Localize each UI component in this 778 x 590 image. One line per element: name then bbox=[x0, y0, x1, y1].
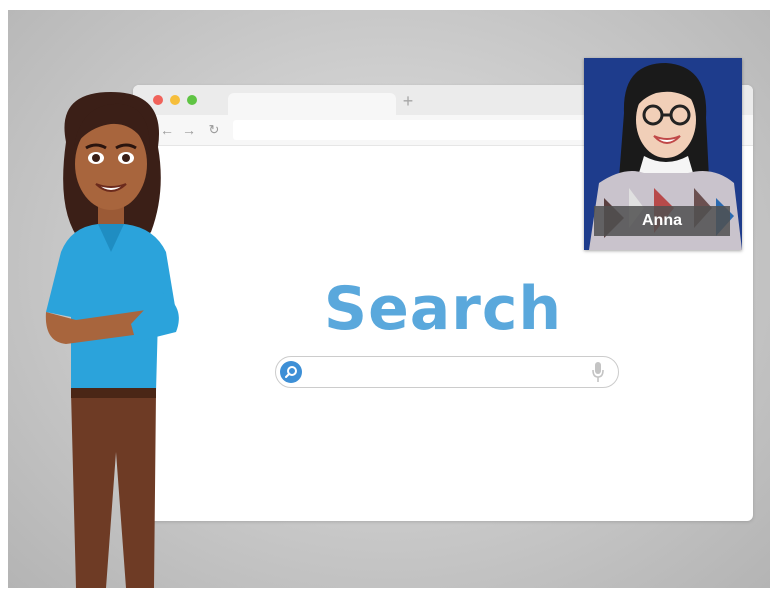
browser-tab[interactable] bbox=[228, 93, 396, 115]
participant-name-label: Anna bbox=[594, 206, 730, 236]
presenter-illustration bbox=[45, 92, 179, 588]
microphone-icon[interactable] bbox=[591, 361, 605, 383]
search-page-title: Search bbox=[323, 274, 563, 344]
search-input[interactable] bbox=[275, 356, 619, 388]
scene-background: + ← → ↻ Search Anna bbox=[8, 10, 770, 588]
video-call-tile: Anna bbox=[584, 58, 742, 250]
magnifier-icon[interactable] bbox=[280, 361, 302, 383]
new-tab-button[interactable]: + bbox=[398, 91, 418, 111]
reload-icon[interactable]: ↻ bbox=[205, 121, 223, 139]
